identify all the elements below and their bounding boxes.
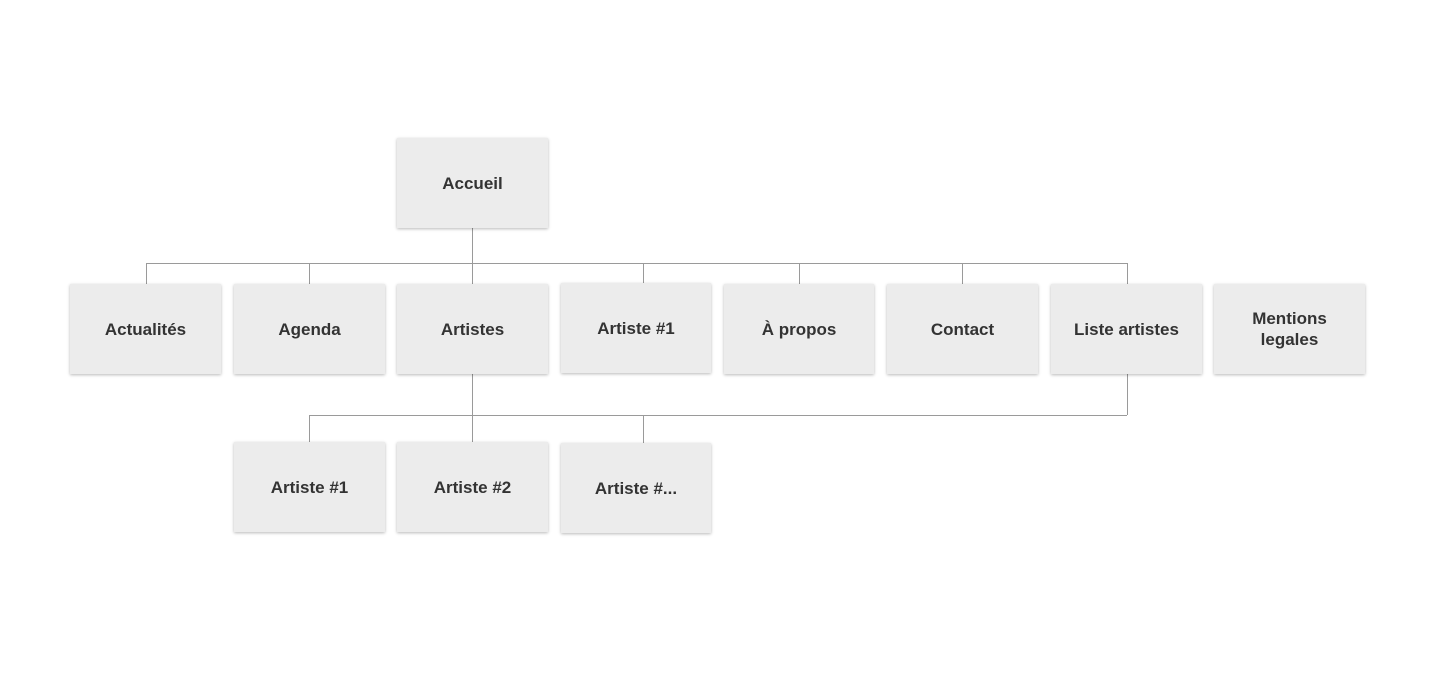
node-child-artiste-n: Artiste #... [561, 443, 711, 533]
node-label: Mentions legales [1252, 309, 1327, 349]
node-label: Accueil [442, 173, 503, 193]
node-label: Artiste #2 [433, 477, 512, 497]
node-contact: Contact [887, 284, 1038, 374]
node-label: À propos [761, 319, 837, 339]
node-label: Liste artistes [1074, 319, 1179, 339]
node-label: Contact [930, 319, 995, 339]
node-liste-artistes: Liste artistes [1051, 284, 1202, 374]
node-child-artiste-1: Artiste #1 [234, 442, 385, 532]
node-label: Artiste #1 [597, 318, 675, 338]
node-label: Actualités [104, 319, 187, 339]
node-mentions-legales: Mentions legales [1214, 284, 1365, 374]
node-accueil: Accueil [397, 138, 548, 228]
node-label: Artiste #1 [270, 477, 349, 497]
node-label: Artiste #... [594, 478, 678, 498]
sitemap-diagram: Accueil Actualités Agenda Artistes Artis… [0, 0, 1435, 690]
node-artiste-1: Artiste #1 [561, 283, 711, 373]
node-agenda: Agenda [234, 284, 385, 374]
node-label: Artistes [440, 319, 505, 339]
node-actualites: Actualités [70, 284, 221, 374]
node-a-propos: À propos [724, 284, 874, 374]
node-child-artiste-2: Artiste #2 [397, 442, 548, 532]
node-label: Agenda [278, 319, 341, 339]
node-artistes: Artistes [397, 284, 548, 374]
